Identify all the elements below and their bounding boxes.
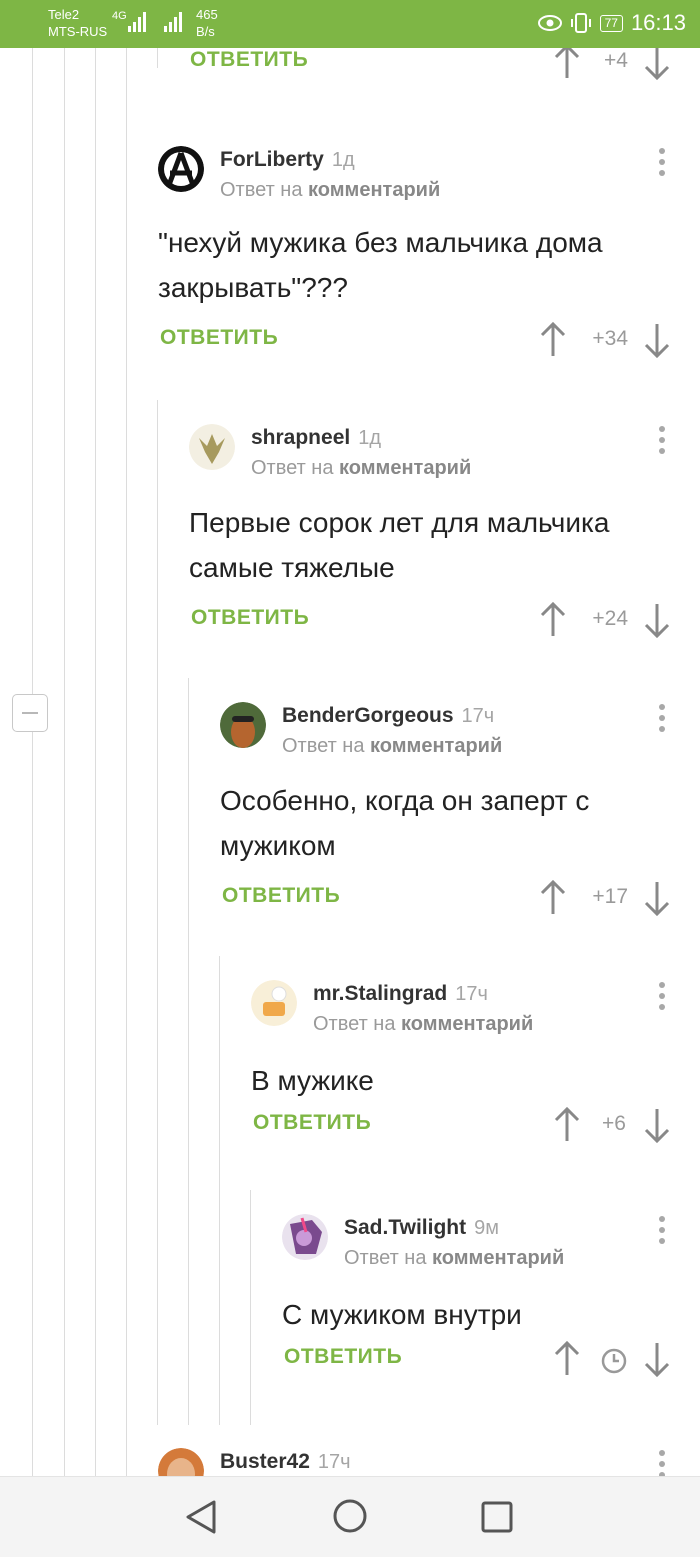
nav-home-icon[interactable] xyxy=(332,1498,368,1534)
rating-score: +6 xyxy=(602,1112,626,1135)
reply-button[interactable]: ОТВЕТИТЬ xyxy=(160,326,278,350)
kebab-menu-icon[interactable] xyxy=(658,148,666,180)
network-speed: 465 B/s xyxy=(196,7,218,39)
comment: shrapneel 1д Ответ на комментарий Первые … xyxy=(189,424,700,646)
avatar[interactable] xyxy=(189,424,235,470)
arrow-down-icon[interactable] xyxy=(642,322,672,358)
comment-time: 1д xyxy=(358,427,382,449)
battery-indicator: 77 xyxy=(599,14,623,32)
reply-button[interactable]: ОТВЕТИТЬ xyxy=(191,606,309,630)
avatar[interactable] xyxy=(282,1214,328,1260)
parent-comment-link[interactable]: комментарий xyxy=(308,179,440,201)
thread-line xyxy=(188,678,189,1425)
thread-line xyxy=(219,956,220,1425)
parent-comment-link[interactable]: комментарий xyxy=(401,1013,533,1035)
comment-text: Первые сорок лет для мальчика самые тяже… xyxy=(189,507,610,583)
arrow-down-icon[interactable] xyxy=(642,880,672,916)
arrow-up-icon[interactable] xyxy=(538,880,568,916)
kebab-menu-icon[interactable] xyxy=(658,982,666,1014)
comment: mr.Stalingrad 17ч Ответ на комментарий В … xyxy=(251,980,700,1151)
network-type: 4G xyxy=(112,10,127,22)
username[interactable]: Sad.Twilight xyxy=(344,1216,466,1239)
carrier-info: Tele2 MTS-RUS xyxy=(48,6,107,40)
rating-score: +4 xyxy=(604,49,628,72)
carrier-1: Tele2 xyxy=(48,7,80,22)
nav-recents-icon[interactable] xyxy=(481,1501,513,1533)
comment: BenderGorgeous 17ч Ответ на комментарий О… xyxy=(220,702,700,924)
avatar[interactable] xyxy=(158,1448,204,1476)
avatar[interactable] xyxy=(251,980,297,1026)
comment: ForLiberty 1д Ответ на комментарий "нехуй… xyxy=(158,146,700,366)
comment-text: "нехуй мужика без мальчика дома закрыват… xyxy=(158,227,603,303)
comment-footer-partial: ОТВЕТИТЬ +4 xyxy=(188,48,700,88)
comment-thread: ОТВЕТИТЬ +4 ForLiberty 1д Ответ на коммен… xyxy=(0,48,700,1476)
clock-icon xyxy=(601,1348,627,1374)
thread-line xyxy=(157,48,158,68)
reply-button[interactable]: ОТВЕТИТЬ xyxy=(253,1111,371,1135)
avatar[interactable] xyxy=(220,702,266,748)
kebab-menu-icon[interactable] xyxy=(658,426,666,458)
arrow-up-icon[interactable] xyxy=(538,322,568,358)
signal-icon-2 xyxy=(164,12,182,32)
system-nav-bar xyxy=(0,1476,700,1557)
username[interactable]: Buster42 xyxy=(220,1450,310,1473)
rating-score: +34 xyxy=(592,327,628,350)
comment: Buster42 17ч xyxy=(158,1448,700,1476)
comment-time: 17ч xyxy=(461,705,495,727)
thread-line xyxy=(64,48,65,1476)
comment-time: 9м xyxy=(474,1217,499,1239)
nav-back-icon[interactable] xyxy=(184,1499,218,1535)
vibrate-icon xyxy=(570,13,591,33)
comment-time: 17ч xyxy=(455,983,488,1005)
arrow-down-icon[interactable] xyxy=(642,602,672,638)
username[interactable]: ForLiberty xyxy=(220,148,324,171)
reply-button[interactable]: ОТВЕТИТЬ xyxy=(222,884,340,908)
arrow-down-icon[interactable] xyxy=(642,48,672,80)
reply-button[interactable]: ОТВЕТИТЬ xyxy=(190,48,308,72)
rating-score: +17 xyxy=(592,885,628,908)
collapse-icon[interactable] xyxy=(12,694,48,732)
arrow-down-icon[interactable] xyxy=(642,1341,672,1377)
carrier-2: MTS-RUS xyxy=(48,24,108,39)
comment-text: В мужике xyxy=(251,1065,374,1096)
status-bar: Tele2 MTS-RUS 4G 465 B/s 77 16:13 xyxy=(0,0,700,48)
clock: 16:13 xyxy=(630,10,686,35)
comment: Sad.Twilight 9м Ответ на комментарий С му… xyxy=(282,1214,700,1385)
username[interactable]: mr.Stalingrad xyxy=(313,982,447,1005)
thread-line xyxy=(126,48,127,1476)
comment-text: Особенно, когда он заперт с мужиком xyxy=(220,785,590,861)
thread-line xyxy=(250,1190,251,1425)
eye-icon xyxy=(537,15,562,31)
parent-comment-link[interactable]: комментарий xyxy=(339,457,471,479)
reply-button[interactable]: ОТВЕТИТЬ xyxy=(284,1345,402,1369)
username[interactable]: shrapneel xyxy=(251,426,350,449)
thread-line xyxy=(157,400,158,1425)
thread-line xyxy=(95,48,96,1476)
kebab-menu-icon[interactable] xyxy=(658,1450,666,1476)
rating-score: +24 xyxy=(592,607,628,630)
kebab-menu-icon[interactable] xyxy=(658,1216,666,1248)
comment-time: 17ч xyxy=(317,1451,351,1473)
comment-text: С мужиком внутри xyxy=(282,1299,522,1330)
arrow-up-icon[interactable] xyxy=(552,48,582,80)
arrow-up-icon[interactable] xyxy=(538,602,568,638)
arrow-down-icon[interactable] xyxy=(642,1107,672,1143)
username[interactable]: BenderGorgeous xyxy=(282,704,454,727)
thread-line xyxy=(32,48,33,1476)
arrow-up-icon[interactable] xyxy=(552,1341,582,1377)
signal-icon xyxy=(128,12,146,32)
kebab-menu-icon[interactable] xyxy=(658,704,666,736)
comment-time: 1д xyxy=(331,149,355,171)
parent-comment-link[interactable]: комментарий xyxy=(370,735,502,757)
parent-comment-link[interactable]: комментарий xyxy=(432,1247,564,1269)
arrow-up-icon[interactable] xyxy=(552,1107,582,1143)
avatar[interactable] xyxy=(158,146,204,192)
